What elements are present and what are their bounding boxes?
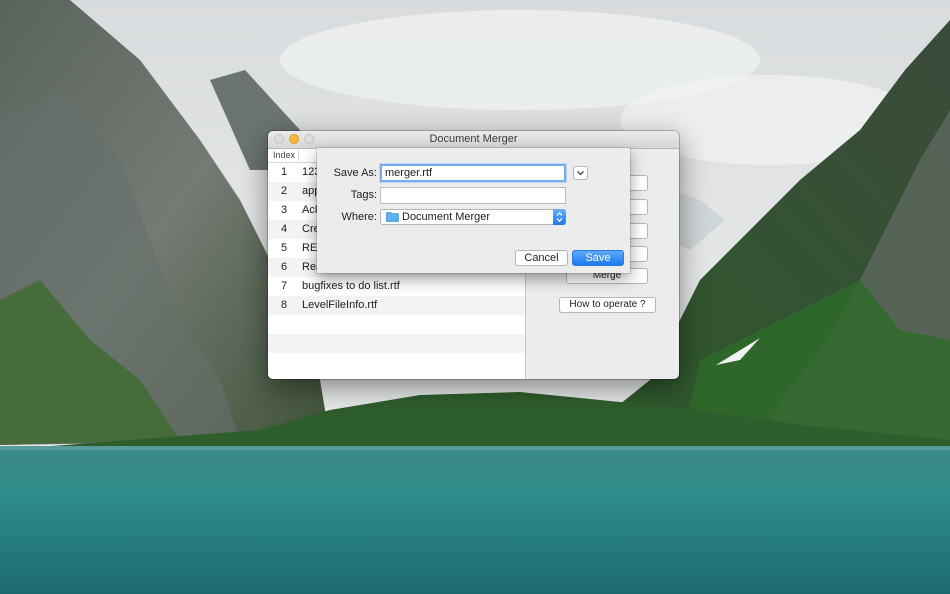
window-title: Document Merger xyxy=(429,133,518,145)
row-index: 3 xyxy=(281,204,288,216)
column-header-index[interactable]: Index xyxy=(273,150,295,160)
row-index: 6 xyxy=(281,261,288,273)
folder-icon xyxy=(386,212,399,222)
row-filename: LevelFileInfo.rtf xyxy=(302,299,378,311)
tags-field[interactable] xyxy=(380,187,566,204)
table-row[interactable]: 7 bugfixes to do list.rtf xyxy=(268,277,525,296)
where-popup-label: Document Merger xyxy=(402,211,491,223)
row-index: 8 xyxy=(281,299,288,311)
save-button[interactable]: Save xyxy=(572,250,624,266)
title-bar[interactable]: Document Merger xyxy=(268,131,679,149)
cancel-button[interactable]: Cancel xyxy=(515,250,568,266)
table-row[interactable]: 8 LevelFileInfo.rtf xyxy=(268,296,525,315)
chevron-down-icon xyxy=(577,171,584,176)
row-index: 5 xyxy=(281,242,288,254)
row-index: 7 xyxy=(281,280,288,292)
table-row-empty xyxy=(268,315,525,334)
table-row-empty xyxy=(268,353,525,372)
expand-dialog-button[interactable] xyxy=(573,166,588,180)
column-separator xyxy=(298,150,299,161)
where-popup[interactable]: Document Merger xyxy=(380,209,566,225)
row-index: 2 xyxy=(281,185,288,197)
how-to-operate-button[interactable]: How to operate ? xyxy=(559,297,656,313)
save-as-field[interactable] xyxy=(380,164,566,182)
row-index: 1 xyxy=(281,166,288,178)
save-as-label: Save As: xyxy=(333,167,377,179)
popup-stepper[interactable] xyxy=(553,209,566,225)
where-label: Where: xyxy=(341,211,377,223)
table-row-empty xyxy=(268,334,525,353)
up-down-arrows-icon xyxy=(556,211,563,223)
row-filename: bugfixes to do list.rtf xyxy=(302,280,400,292)
tags-label: Tags: xyxy=(350,189,377,201)
row-index: 4 xyxy=(281,223,288,235)
save-dialog-sheet: Save As: Tags: Where: Document Merger Ca… xyxy=(317,148,630,273)
